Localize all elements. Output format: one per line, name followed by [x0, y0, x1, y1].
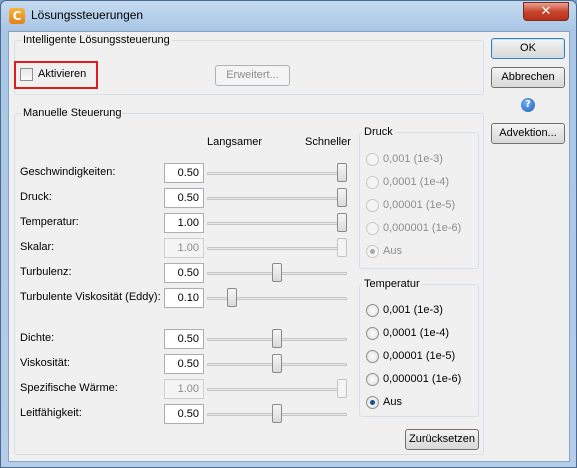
- title-bar[interactable]: C Lösungssteuerungen ✕: [1, 1, 576, 31]
- row-value-input[interactable]: 0.50: [164, 263, 204, 283]
- ok-button[interactable]: OK: [491, 38, 565, 59]
- slider-thumb[interactable]: [272, 354, 282, 373]
- row-slider[interactable]: [207, 163, 347, 183]
- pressure-option-label[interactable]: 0,001 (1e-3): [383, 153, 443, 165]
- row-value-input[interactable]: 0.50: [164, 188, 204, 208]
- faster-label: Schneller: [305, 136, 351, 148]
- temperature-option-label[interactable]: Aus: [383, 396, 402, 408]
- temperature-radio[interactable]: [366, 304, 379, 317]
- row-value-input[interactable]: 1.00: [164, 213, 204, 233]
- intelligent-control-title: Intelligente Lösungssteuerung: [21, 34, 172, 46]
- pressure-option-label[interactable]: 0,00001 (1e-5): [383, 199, 455, 211]
- manual-control-title: Manuelle Steuerung: [21, 107, 124, 119]
- temperature-option-label[interactable]: 0,001 (1e-3): [383, 304, 443, 316]
- help-icon[interactable]: ?: [521, 98, 535, 112]
- window-title: Lösungssteuerungen: [31, 8, 144, 22]
- row-label: Geschwindigkeiten:: [20, 166, 116, 178]
- row-slider[interactable]: [207, 288, 347, 308]
- dialog-client: Intelligente Lösungssteuerung Aktivieren…: [8, 31, 570, 462]
- temperature-title: Temperatur: [362, 278, 422, 290]
- temperature-radio[interactable]: [366, 350, 379, 363]
- advection-button[interactable]: Advektion...: [491, 123, 565, 144]
- row-label: Leitfähigkeit:: [20, 407, 82, 419]
- cancel-button[interactable]: Abbrechen: [491, 67, 565, 88]
- dialog-window: C Lösungssteuerungen ✕ Intelligente Lösu…: [0, 0, 577, 468]
- row-value-input[interactable]: 1.00: [164, 238, 204, 258]
- row-label: Turbulente Viskosität (Eddy):: [20, 291, 161, 303]
- slider-track: [207, 172, 347, 175]
- slower-label: Langsamer: [207, 136, 263, 148]
- temperature-option-label[interactable]: 0,000001 (1e-6): [383, 373, 461, 385]
- slider-thumb[interactable]: [337, 188, 347, 207]
- row-value-input[interactable]: 0.50: [164, 404, 204, 424]
- slider-thumb[interactable]: [337, 379, 347, 398]
- row-label: Dichte:: [20, 332, 55, 344]
- row-value-input[interactable]: 0.10: [164, 288, 204, 308]
- row-label: Turbulenz:: [20, 266, 72, 278]
- row-value-input[interactable]: 0.50: [164, 354, 204, 374]
- activate-label[interactable]: Aktivieren: [38, 68, 86, 80]
- pressure-option-label[interactable]: 0,000001 (1e-6): [383, 222, 461, 234]
- pressure-title: Druck: [362, 126, 395, 138]
- row-value-input[interactable]: 0.50: [164, 163, 204, 183]
- slider-track: [207, 247, 347, 250]
- pressure-radio[interactable]: [366, 245, 379, 258]
- app-logo-icon: C: [9, 8, 25, 24]
- row-slider[interactable]: [207, 329, 347, 349]
- slider-thumb[interactable]: [272, 263, 282, 282]
- pressure-radio[interactable]: [366, 222, 379, 235]
- temperature-radio[interactable]: [366, 327, 379, 340]
- pressure-radio[interactable]: [366, 153, 379, 166]
- reset-button[interactable]: Zurücksetzen: [405, 429, 479, 450]
- close-button[interactable]: ✕: [523, 2, 569, 21]
- slider-thumb[interactable]: [272, 329, 282, 348]
- pressure-option-label[interactable]: 0,0001 (1e-4): [383, 176, 449, 188]
- row-slider[interactable]: [207, 263, 347, 283]
- temperature-option-label[interactable]: 0,0001 (1e-4): [383, 327, 449, 339]
- row-label: Viskosität:: [20, 357, 70, 369]
- slider-track: [207, 388, 347, 391]
- slider-track: [207, 197, 347, 200]
- row-slider[interactable]: [207, 213, 347, 233]
- slider-thumb[interactable]: [337, 238, 347, 257]
- row-slider[interactable]: [207, 188, 347, 208]
- row-slider[interactable]: [207, 404, 347, 424]
- row-slider[interactable]: [207, 379, 347, 399]
- slider-thumb[interactable]: [337, 163, 347, 182]
- row-value-input[interactable]: 1.00: [164, 379, 204, 399]
- temperature-option-label[interactable]: 0,00001 (1e-5): [383, 350, 455, 362]
- row-label: Druck:: [20, 191, 52, 203]
- temperature-radio[interactable]: [366, 373, 379, 386]
- advanced-button[interactable]: Erweitert...: [215, 65, 290, 86]
- slider-thumb[interactable]: [337, 213, 347, 232]
- slider-thumb[interactable]: [226, 288, 237, 307]
- slider-track: [207, 222, 347, 225]
- temperature-radio[interactable]: [366, 396, 379, 409]
- row-label: Spezifische Wärme:: [20, 382, 118, 394]
- row-slider[interactable]: [207, 238, 347, 258]
- row-slider[interactable]: [207, 354, 347, 374]
- pressure-option-label[interactable]: Aus: [383, 245, 402, 257]
- slider-thumb[interactable]: [272, 404, 282, 423]
- activate-checkbox[interactable]: [20, 68, 33, 81]
- pressure-radio[interactable]: [366, 199, 379, 212]
- row-label: Skalar:: [20, 241, 55, 253]
- pressure-radio[interactable]: [366, 176, 379, 189]
- row-value-input[interactable]: 0.50: [164, 329, 204, 349]
- row-label: Temperatur:: [20, 216, 79, 228]
